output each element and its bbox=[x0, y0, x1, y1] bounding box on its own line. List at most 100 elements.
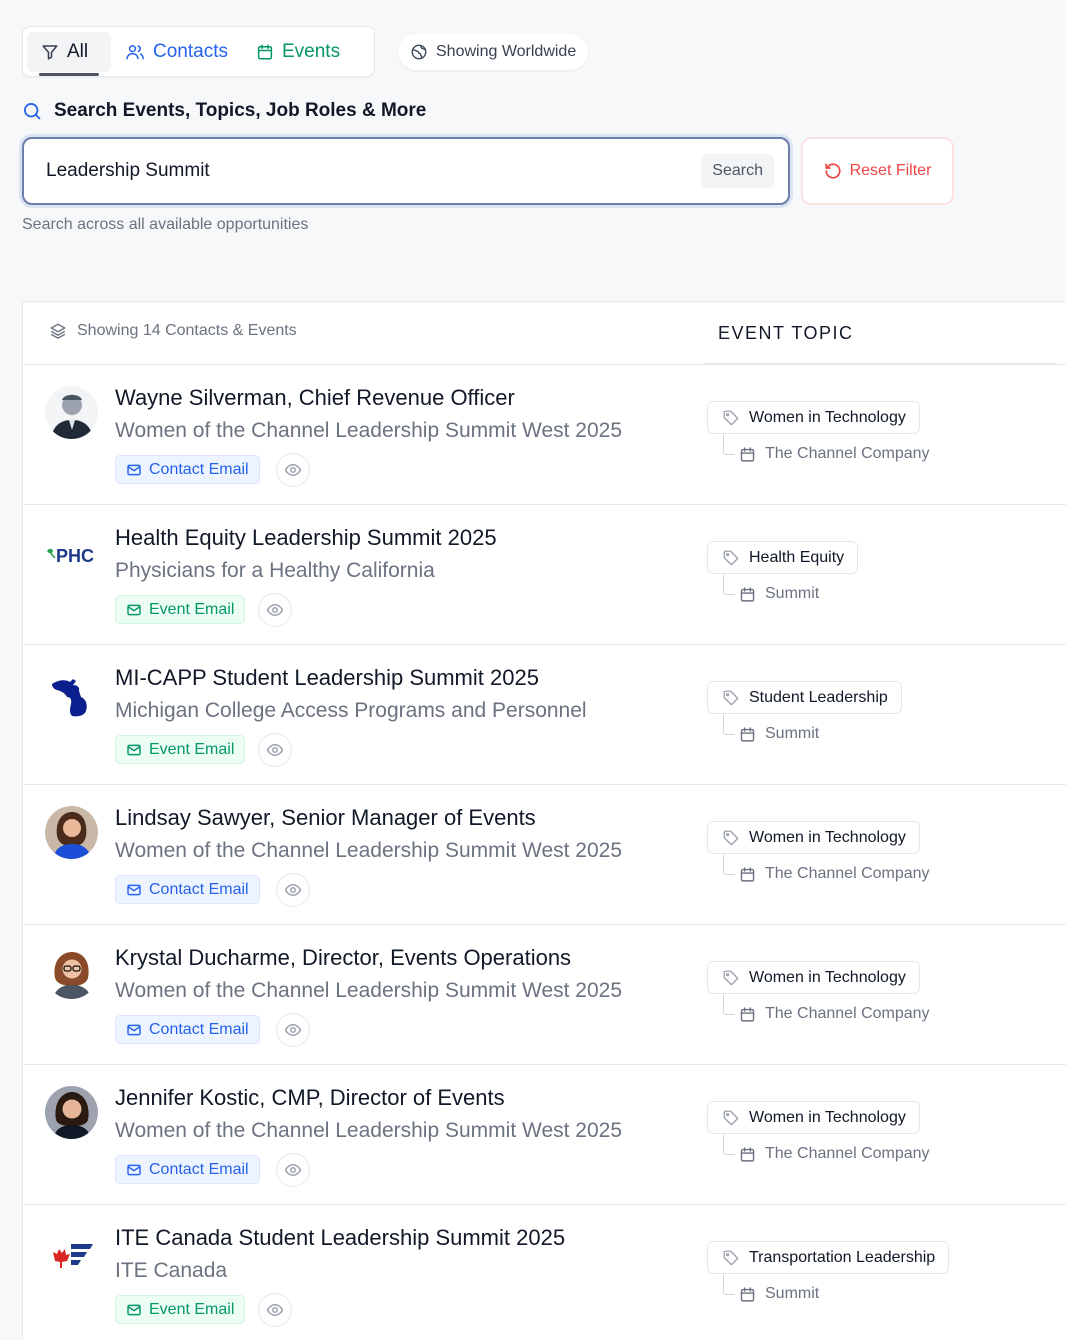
tab-contacts[interactable]: Contacts bbox=[111, 32, 242, 72]
topic-label: Health Equity bbox=[749, 548, 845, 566]
eye-icon bbox=[284, 1023, 302, 1037]
event-email-button[interactable]: Event Email bbox=[115, 1295, 246, 1324]
email-label: Event Email bbox=[149, 740, 235, 758]
item-subtitle: Michigan College Access Programs and Per… bbox=[115, 699, 587, 722]
topic-tag[interactable]: Health Equity bbox=[707, 541, 859, 574]
eye-icon bbox=[266, 1303, 284, 1317]
topic-tag[interactable]: Women in Technology bbox=[707, 1101, 920, 1134]
calendar-icon bbox=[740, 446, 755, 462]
tab-events-label: Events bbox=[281, 40, 341, 62]
avatar bbox=[45, 946, 98, 999]
list-item[interactable]: Lindsay Sawyer, Senior Manager of Events… bbox=[23, 785, 1066, 925]
topic-tag[interactable]: Women in Technology bbox=[707, 401, 920, 434]
item-subtitle: Physicians for a Healthy California bbox=[115, 559, 435, 582]
mail-icon bbox=[127, 884, 141, 895]
list-item[interactable]: Jennifer Kostic, CMP, Director of Events… bbox=[23, 1065, 1066, 1205]
organizer-label: Summit bbox=[765, 725, 820, 742]
list-item[interactable]: Krystal Ducharme, Director, Events Opera… bbox=[23, 925, 1066, 1065]
item-subtitle: Women of the Channel Leadership Summit W… bbox=[115, 419, 623, 442]
email-label: Contact Email bbox=[149, 1160, 249, 1178]
view-button[interactable] bbox=[258, 1293, 292, 1327]
results-count-label: Showing 14 Contacts & Events bbox=[77, 322, 297, 339]
globe-icon bbox=[411, 44, 427, 60]
mail-icon bbox=[127, 1024, 141, 1035]
contact-email-button[interactable]: Contact Email bbox=[115, 455, 260, 484]
ite-canada-logo bbox=[45, 1235, 101, 1275]
header-divider bbox=[705, 363, 1056, 364]
organizer-label: The Channel Company bbox=[765, 1145, 930, 1162]
organizer-label: The Channel Company bbox=[765, 445, 930, 462]
tab-all-label: All bbox=[67, 40, 89, 62]
results-panel: Showing 14 Contacts & Events EVENT TOPIC… bbox=[22, 301, 1066, 1340]
email-label: Contact Email bbox=[149, 460, 249, 478]
search-icon bbox=[24, 103, 41, 120]
tree-connector bbox=[723, 995, 735, 1015]
contact-email-button[interactable]: Contact Email bbox=[115, 1155, 260, 1184]
event-email-button[interactable]: Event Email bbox=[115, 595, 246, 624]
list-item[interactable]: MI-CAPP Student Leadership Summit 2025 M… bbox=[23, 645, 1066, 785]
worldwide-toggle[interactable]: Showing Worldwide bbox=[398, 34, 589, 70]
topic-label: Women in Technology bbox=[749, 828, 906, 846]
topic-label: Student Leadership bbox=[749, 688, 888, 706]
organizer: Summit bbox=[739, 1285, 819, 1303]
mail-icon bbox=[127, 464, 141, 475]
view-button[interactable] bbox=[276, 1013, 310, 1047]
calendar-icon bbox=[740, 1286, 755, 1302]
topic-label: Women in Technology bbox=[749, 1108, 906, 1126]
contact-email-button[interactable]: Contact Email bbox=[115, 1015, 260, 1044]
tab-contacts-label: Contacts bbox=[153, 40, 228, 62]
view-button[interactable] bbox=[276, 453, 310, 487]
view-button[interactable] bbox=[276, 1153, 310, 1187]
topic-label: Women in Technology bbox=[749, 968, 906, 986]
mail-icon bbox=[127, 744, 141, 755]
tree-connector bbox=[723, 575, 735, 595]
topic-tag[interactable]: Transportation Leadership bbox=[707, 1241, 950, 1274]
calendar-icon bbox=[257, 44, 273, 59]
mail-icon bbox=[127, 1164, 141, 1175]
view-button[interactable] bbox=[276, 873, 310, 907]
rotate-ccw-icon bbox=[825, 163, 841, 179]
event-email-button[interactable]: Event Email bbox=[115, 735, 246, 764]
avatar bbox=[45, 806, 98, 859]
eye-icon bbox=[266, 603, 284, 617]
item-subtitle: ITE Canada bbox=[115, 1259, 228, 1282]
email-label: Contact Email bbox=[149, 1020, 249, 1038]
list-item[interactable]: ITE Canada Student Leadership Summit 202… bbox=[23, 1205, 1066, 1340]
tree-connector bbox=[723, 1135, 735, 1155]
item-subtitle: Women of the Channel Leadership Summit W… bbox=[115, 979, 623, 1002]
view-button[interactable] bbox=[258, 733, 292, 767]
topic-tag[interactable]: Student Leadership bbox=[707, 681, 902, 714]
topic-tag[interactable]: Women in Technology bbox=[707, 821, 920, 854]
calendar-icon bbox=[740, 1146, 755, 1162]
email-label: Event Email bbox=[149, 1300, 235, 1318]
eye-icon bbox=[284, 463, 302, 477]
email-label: Contact Email bbox=[149, 880, 249, 898]
list-item[interactable]: Wayne Silverman, Chief Revenue Officer W… bbox=[23, 365, 1066, 505]
calendar-icon bbox=[740, 1006, 755, 1022]
item-subtitle: Women of the Channel Leadership Summit W… bbox=[115, 1119, 623, 1142]
item-subtitle: Women of the Channel Leadership Summit W… bbox=[115, 839, 623, 862]
avatar bbox=[45, 386, 98, 439]
search-button[interactable]: Search bbox=[701, 154, 774, 188]
list-item[interactable]: PHC Health Equity Leadership Summit 2025… bbox=[23, 505, 1066, 645]
contact-email-button[interactable]: Contact Email bbox=[115, 875, 260, 904]
search-input[interactable] bbox=[46, 160, 702, 182]
organizer: The Channel Company bbox=[739, 1005, 930, 1023]
tag-icon bbox=[723, 830, 739, 845]
topic-tag[interactable]: Women in Technology bbox=[707, 961, 920, 994]
eye-icon bbox=[284, 1163, 302, 1177]
eye-icon bbox=[266, 743, 284, 757]
item-title: Wayne Silverman, Chief Revenue Officer bbox=[115, 385, 515, 410]
calendar-icon bbox=[740, 726, 755, 742]
item-title: ITE Canada Student Leadership Summit 202… bbox=[115, 1225, 566, 1250]
tab-events[interactable]: Events bbox=[242, 32, 354, 72]
worldwide-label: Showing Worldwide bbox=[436, 43, 577, 60]
item-title: MI-CAPP Student Leadership Summit 2025 bbox=[115, 665, 539, 690]
topic-label: Transportation Leadership bbox=[749, 1248, 936, 1266]
reset-filter-button[interactable]: Reset Filter bbox=[801, 137, 954, 205]
view-button[interactable] bbox=[258, 593, 292, 627]
mail-icon bbox=[127, 604, 141, 615]
tab-all[interactable]: All bbox=[27, 31, 111, 76]
organizer: The Channel Company bbox=[739, 1145, 930, 1163]
results-header: Showing 14 Contacts & Events EVENT TOPIC bbox=[23, 302, 1066, 365]
